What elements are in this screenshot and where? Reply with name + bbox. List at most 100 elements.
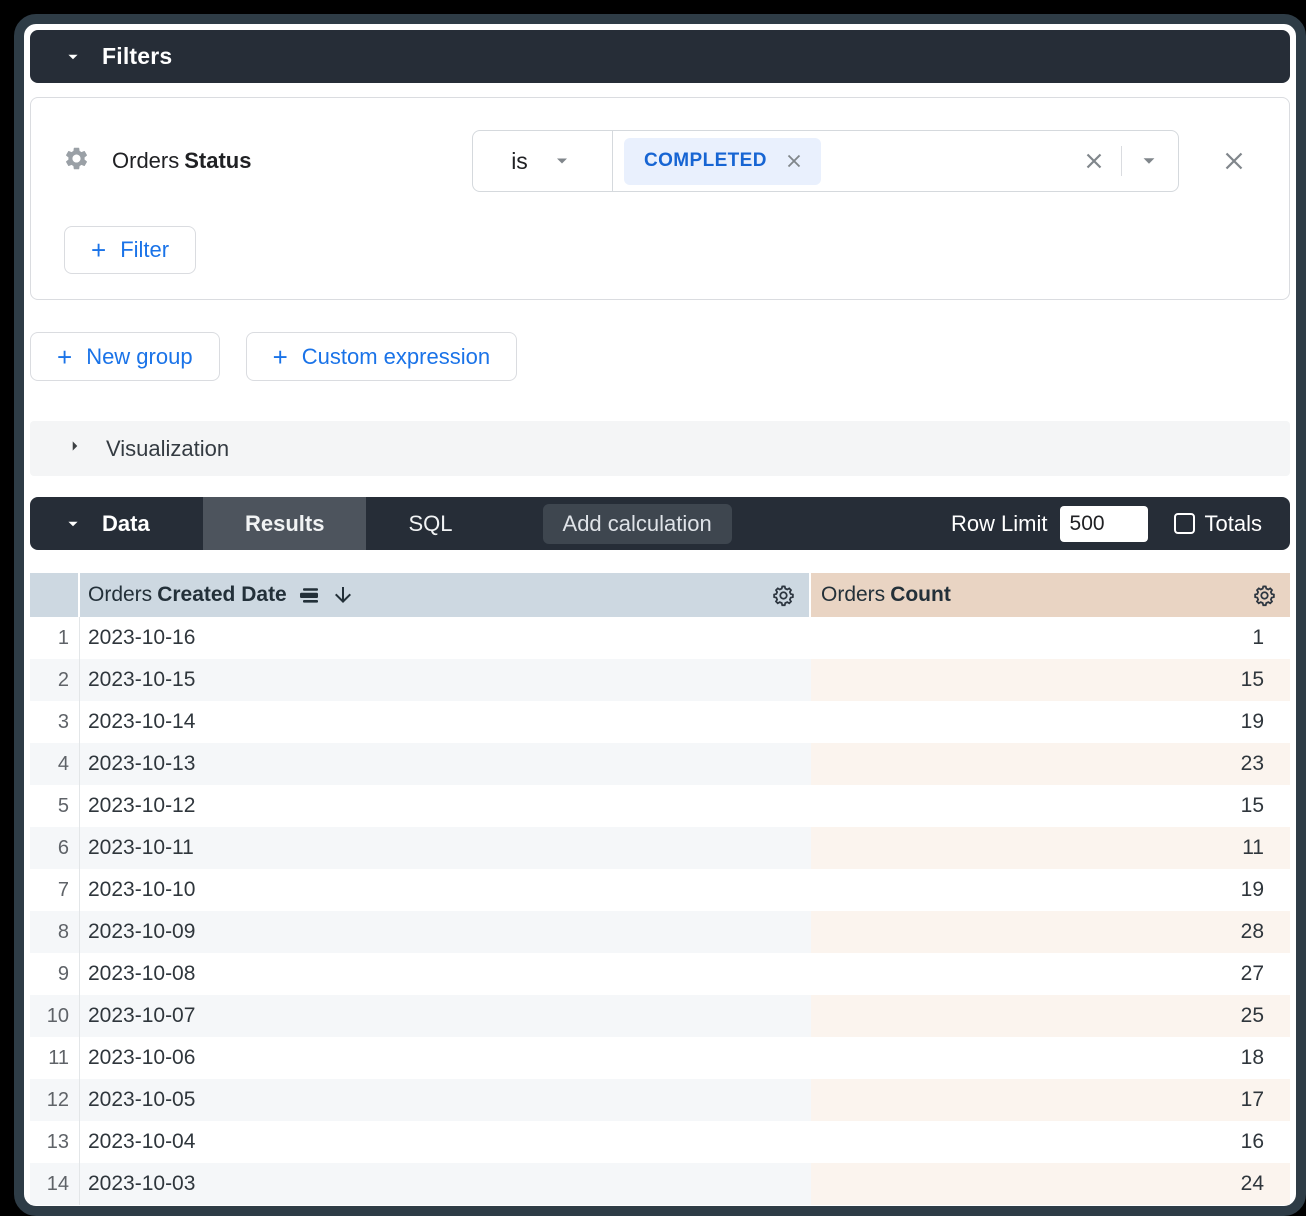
- table-row: 13 2023-10-04 16: [30, 1121, 1290, 1163]
- created-date-cell[interactable]: 2023-10-06: [80, 1037, 811, 1079]
- row-index: 1: [30, 617, 80, 659]
- new-group-button[interactable]: + New group: [30, 332, 220, 381]
- chip-remove-icon[interactable]: [783, 150, 805, 172]
- count-cell[interactable]: 15: [811, 785, 1290, 827]
- count-cell[interactable]: 11: [811, 827, 1290, 869]
- filters-section-header[interactable]: Filters: [30, 30, 1290, 83]
- row-limit-label: Row Limit: [951, 511, 1048, 537]
- totals-checkbox[interactable]: [1174, 513, 1195, 534]
- row-index: 12: [30, 1079, 80, 1121]
- totals-label: Totals: [1205, 511, 1262, 537]
- table-row: 8 2023-10-09 28: [30, 911, 1290, 953]
- created-date-cell[interactable]: 2023-10-15: [80, 659, 811, 701]
- filter-row: OrdersStatus is COMPLETED: [55, 130, 1265, 192]
- tab-results[interactable]: Results: [203, 497, 366, 550]
- filter-condition-control: is COMPLETED: [472, 130, 1179, 192]
- row-index: 14: [30, 1163, 80, 1205]
- add-filter-button[interactable]: + Filter: [64, 226, 196, 274]
- table-row: 3 2023-10-14 19: [30, 701, 1290, 743]
- table-row: 7 2023-10-10 19: [30, 869, 1290, 911]
- table-row: 12 2023-10-05 17: [30, 1079, 1290, 1121]
- row-limit-input[interactable]: [1060, 506, 1148, 542]
- count-cell[interactable]: 27: [811, 953, 1290, 995]
- filter-gear-icon[interactable]: [63, 145, 90, 177]
- created-date-cell[interactable]: 2023-10-05: [80, 1079, 811, 1121]
- created-date-cell[interactable]: 2023-10-13: [80, 743, 811, 785]
- filter-actions-row: + New group + Custom expression: [30, 332, 1290, 381]
- data-title: Data: [102, 511, 150, 537]
- filters-title: Filters: [102, 43, 172, 70]
- visualization-section-header[interactable]: Visualization: [30, 421, 1290, 476]
- remove-filter-icon[interactable]: [1219, 146, 1249, 176]
- table-row: 14 2023-10-03 24: [30, 1163, 1290, 1205]
- created-date-cell[interactable]: 2023-10-10: [80, 869, 811, 911]
- column-header-created-date[interactable]: Orders Created Date: [80, 573, 811, 617]
- table-row: 5 2023-10-12 15: [30, 785, 1290, 827]
- filter-field-label: OrdersStatus: [112, 148, 252, 174]
- subtotal-icon: [297, 583, 321, 607]
- visualization-title: Visualization: [106, 436, 229, 462]
- results-table: Orders Created Date Orders Count: [30, 573, 1290, 1205]
- filter-panel: OrdersStatus is COMPLETED: [30, 97, 1290, 300]
- collapse-caret-icon[interactable]: [62, 513, 84, 535]
- table-row: 1 2023-10-16 1: [30, 617, 1290, 659]
- collapse-caret-icon[interactable]: [62, 46, 84, 68]
- custom-expression-button[interactable]: + Custom expression: [246, 332, 518, 381]
- filter-operator-select[interactable]: is: [473, 131, 613, 191]
- row-index: 2: [30, 659, 80, 701]
- count-cell[interactable]: 24: [811, 1163, 1290, 1205]
- created-date-cell[interactable]: 2023-10-12: [80, 785, 811, 827]
- chip-label: COMPLETED: [644, 150, 767, 172]
- count-cell[interactable]: 18: [811, 1037, 1290, 1079]
- count-cell[interactable]: 19: [811, 869, 1290, 911]
- value-dropdown-caret-icon[interactable]: [1136, 148, 1162, 174]
- created-date-cell[interactable]: 2023-10-16: [80, 617, 811, 659]
- add-calculation-button[interactable]: Add calculation: [543, 504, 732, 544]
- table-header-row: Orders Created Date Orders Count: [30, 573, 1290, 617]
- table-row: 6 2023-10-11 11: [30, 827, 1290, 869]
- explore-content: Filters OrdersStatus is: [24, 24, 1296, 1211]
- created-date-cell[interactable]: 2023-10-07: [80, 995, 811, 1037]
- gear-icon[interactable]: [1252, 583, 1277, 608]
- row-index: 7: [30, 869, 80, 911]
- value-divider: [1121, 146, 1122, 176]
- row-index: 13: [30, 1121, 80, 1163]
- created-date-cell[interactable]: 2023-10-14: [80, 701, 811, 743]
- row-index: 10: [30, 995, 80, 1037]
- table-row: 4 2023-10-13 23: [30, 743, 1290, 785]
- count-cell[interactable]: 16: [811, 1121, 1290, 1163]
- data-section-toggle[interactable]: Data: [30, 497, 203, 550]
- column-header-count[interactable]: Orders Count: [811, 573, 1290, 617]
- count-cell[interactable]: 17: [811, 1079, 1290, 1121]
- app-window: Filters OrdersStatus is: [14, 14, 1306, 1216]
- created-date-cell[interactable]: 2023-10-08: [80, 953, 811, 995]
- row-index: 9: [30, 953, 80, 995]
- count-cell[interactable]: 23: [811, 743, 1290, 785]
- filter-value-input[interactable]: COMPLETED: [613, 131, 1178, 191]
- data-section-header: Data Results SQL Add calculation Row Lim…: [30, 497, 1290, 550]
- row-index: 6: [30, 827, 80, 869]
- created-date-cell[interactable]: 2023-10-09: [80, 911, 811, 953]
- row-index: 3: [30, 701, 80, 743]
- filter-value-chip: COMPLETED: [624, 138, 821, 185]
- clear-values-icon[interactable]: [1081, 148, 1107, 174]
- filter-operator-value: is: [511, 148, 528, 175]
- count-cell[interactable]: 28: [811, 911, 1290, 953]
- sort-descending-arrow-icon[interactable]: [331, 583, 355, 607]
- row-index: 4: [30, 743, 80, 785]
- created-date-cell[interactable]: 2023-10-11: [80, 827, 811, 869]
- tab-sql[interactable]: SQL: [366, 497, 494, 550]
- gear-icon[interactable]: [771, 583, 796, 608]
- count-cell[interactable]: 15: [811, 659, 1290, 701]
- count-cell[interactable]: 19: [811, 701, 1290, 743]
- count-cell[interactable]: 1: [811, 617, 1290, 659]
- row-number-header: [30, 573, 80, 617]
- table-row: 9 2023-10-08 27: [30, 953, 1290, 995]
- table-row: 11 2023-10-06 18: [30, 1037, 1290, 1079]
- count-cell[interactable]: 25: [811, 995, 1290, 1037]
- table-row: 10 2023-10-07 25: [30, 995, 1290, 1037]
- expand-caret-icon[interactable]: [64, 435, 86, 462]
- row-index: 11: [30, 1037, 80, 1079]
- created-date-cell[interactable]: 2023-10-04: [80, 1121, 811, 1163]
- created-date-cell[interactable]: 2023-10-03: [80, 1163, 811, 1205]
